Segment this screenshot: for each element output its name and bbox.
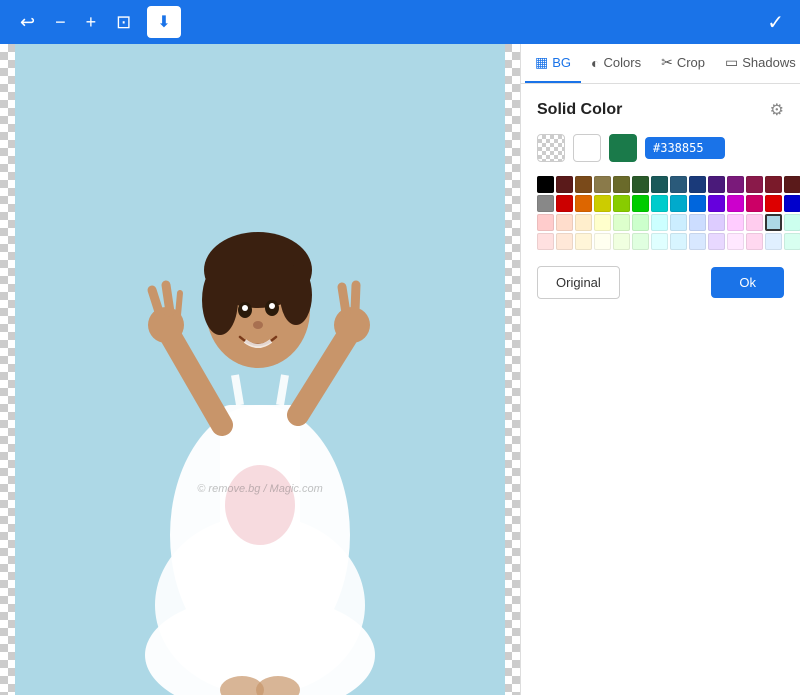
color-cell[interactable] — [784, 195, 800, 212]
gear-icon[interactable]: ⚙ — [770, 100, 784, 120]
color-cell[interactable] — [708, 214, 725, 231]
colors-tab-icon: ◐ — [591, 55, 599, 71]
tab-colors[interactable]: ◐ Colors — [581, 44, 651, 83]
color-cell[interactable] — [651, 176, 668, 193]
color-cell[interactable] — [746, 214, 763, 231]
color-cell[interactable] — [727, 214, 744, 231]
canvas-area: © remove.bg / Magic.com — [0, 44, 520, 695]
color-cell[interactable] — [575, 176, 592, 193]
color-cell[interactable] — [670, 195, 687, 212]
transparent-swatch[interactable] — [537, 134, 565, 162]
confirm-icon[interactable]: ✓ — [767, 10, 784, 35]
hex-input[interactable]: #338855 — [645, 137, 725, 159]
color-cell[interactable] — [727, 233, 744, 250]
color-cell[interactable] — [689, 195, 706, 212]
color-cell[interactable] — [689, 233, 706, 250]
fit-icon[interactable]: ⊡ — [112, 8, 135, 37]
color-cell[interactable] — [708, 195, 725, 212]
color-cell[interactable] — [537, 233, 554, 250]
color-cell[interactable] — [651, 214, 668, 231]
crop-tab-icon: ✂ — [661, 54, 673, 71]
color-cell[interactable] — [708, 176, 725, 193]
color-cell[interactable] — [613, 195, 630, 212]
color-cell[interactable] — [537, 195, 554, 212]
color-cell[interactable] — [537, 214, 554, 231]
color-cell[interactable] — [632, 214, 649, 231]
color-cell[interactable] — [632, 233, 649, 250]
color-cell[interactable] — [594, 176, 611, 193]
color-cell[interactable] — [613, 176, 630, 193]
tab-shadows[interactable]: ▭ Shadows — [715, 44, 800, 83]
color-cell[interactable] — [575, 195, 592, 212]
color-cell[interactable] — [556, 195, 573, 212]
color-cell[interactable] — [613, 233, 630, 250]
color-cell[interactable] — [594, 195, 611, 212]
color-cell[interactable] — [594, 214, 611, 231]
white-swatch[interactable] — [573, 134, 601, 162]
tabs-row: ▦ BG ◐ Colors ✂ Crop ▭ Shadows — [521, 44, 800, 84]
color-cell[interactable] — [765, 233, 782, 250]
top-bar-left: ↩ − + ⊡ ⬇ — [16, 6, 181, 38]
tab-colors-label: Colors — [604, 55, 642, 70]
tab-bg[interactable]: ▦ BG — [525, 44, 581, 83]
color-cell[interactable] — [746, 176, 763, 193]
color-cell[interactable] — [746, 195, 763, 212]
zoom-out-icon[interactable]: − — [51, 8, 70, 37]
tab-crop-label: Crop — [677, 55, 705, 70]
image-container: © remove.bg / Magic.com — [15, 44, 505, 695]
section-title: Solid Color — [537, 101, 622, 119]
color-cell[interactable] — [670, 214, 687, 231]
color-cell[interactable] — [556, 233, 573, 250]
tab-shadows-label: Shadows — [742, 55, 795, 70]
subject-image — [90, 115, 430, 695]
undo-icon[interactable]: ↩ — [16, 8, 39, 37]
watermark: © remove.bg / Magic.com — [197, 483, 322, 495]
color-cell[interactable] — [651, 195, 668, 212]
bg-tab-icon: ▦ — [535, 54, 548, 71]
color-cell[interactable] — [784, 214, 800, 231]
right-panel: ▦ BG ◐ Colors ✂ Crop ▭ Shadows Solid Col… — [520, 44, 800, 695]
section-header: Solid Color ⚙ — [537, 100, 784, 120]
color-cell[interactable] — [689, 176, 706, 193]
top-bar-right: ✓ — [767, 10, 784, 35]
tab-bg-label: BG — [552, 55, 571, 70]
panel-content: Solid Color ⚙ #338855 Original Ok — [521, 84, 800, 315]
color-cell[interactable] — [784, 233, 800, 250]
color-cell[interactable] — [670, 233, 687, 250]
color-cell[interactable] — [632, 176, 649, 193]
color-cell[interactable] — [727, 176, 744, 193]
original-button[interactable]: Original — [537, 266, 620, 299]
green-swatch[interactable] — [609, 134, 637, 162]
color-cell[interactable] — [670, 176, 687, 193]
color-cell[interactable] — [575, 214, 592, 231]
color-cell[interactable] — [594, 233, 611, 250]
color-cell[interactable] — [708, 233, 725, 250]
color-cell[interactable] — [746, 233, 763, 250]
shadows-tab-icon: ▭ — [725, 54, 738, 71]
color-cell[interactable] — [689, 214, 706, 231]
zoom-in-icon[interactable]: + — [82, 8, 101, 37]
ok-button[interactable]: Ok — [711, 267, 784, 298]
color-cell[interactable] — [765, 195, 782, 212]
top-bar: ↩ − + ⊡ ⬇ ✓ — [0, 0, 800, 44]
action-row: Original Ok — [537, 266, 784, 299]
color-cell[interactable] — [765, 176, 782, 193]
tab-crop[interactable]: ✂ Crop — [651, 44, 715, 83]
color-cell[interactable] — [556, 176, 573, 193]
color-cell[interactable] — [613, 214, 630, 231]
color-cell[interactable] — [651, 233, 668, 250]
color-cell[interactable] — [784, 176, 800, 193]
color-cell[interactable] — [556, 214, 573, 231]
color-cell[interactable] — [632, 195, 649, 212]
color-selector-row: #338855 — [537, 134, 784, 162]
color-grid — [537, 176, 784, 250]
color-cell[interactable] — [575, 233, 592, 250]
main-content: © remove.bg / Magic.com ▦ BG ◐ Colors ✂ … — [0, 44, 800, 695]
color-cell[interactable] — [537, 176, 554, 193]
download-button[interactable]: ⬇ — [147, 6, 180, 38]
color-cell[interactable] — [765, 214, 782, 231]
color-cell[interactable] — [727, 195, 744, 212]
